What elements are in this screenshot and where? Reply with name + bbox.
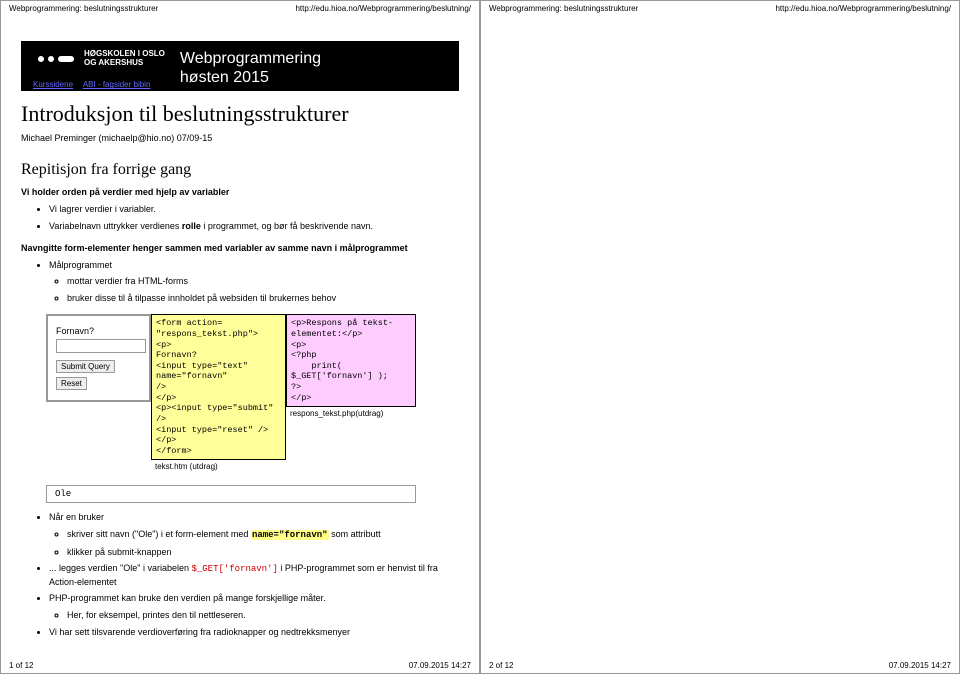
subheading-2: Navngitte form-elementer henger sammen m…	[21, 243, 459, 253]
nav-kurssidene[interactable]: Kurssidene	[33, 80, 73, 89]
form-label: Fornavn?	[56, 326, 94, 336]
page-url-right: http://edu.hioa.no/Webprogrammering/besl…	[775, 4, 951, 13]
bullet-uses-values: bruker disse til å tilpasse innholdet på…	[67, 292, 459, 305]
bullet-receives-forms: mottar verdier fra HTML-forms	[67, 275, 459, 288]
bullet-target-program: Målprogrammet mottar verdier fra HTML-fo…	[49, 259, 459, 305]
bullet-similar-transfer: Vi har sett tilsvarende verdioverføring …	[49, 626, 459, 639]
bullet-clicks-submit: klikker på submit-knappen	[67, 546, 459, 559]
bullet-when-user: Når en bruker skriver sitt navn ("Ole") …	[49, 511, 459, 558]
nav-abi-fagsider[interactable]: ABI - fagsider bibin	[83, 80, 151, 89]
submit-button[interactable]: Submit Query	[56, 360, 115, 373]
page-heading: Introduksjon til beslutningsstrukturer	[21, 101, 459, 127]
bullet-value-assigned: ... legges verdien "Ole" i variabelen $_…	[49, 562, 459, 588]
example-row: Fornavn? Submit Query Reset <form action…	[46, 314, 459, 471]
php-code-snippet: <p>Respons på tekst- elementet:</p> <p> …	[286, 314, 416, 407]
bullet-writes-name: skriver sitt navn ("Ole") i et form-elem…	[67, 528, 459, 542]
hioa-logo-icon	[33, 49, 78, 69]
html-code-snippet: <form action= "respons_tekst.php"> <p> F…	[151, 314, 286, 460]
bullet-store-values: Vi lagrer verdier i variabler.	[49, 203, 459, 216]
reset-button[interactable]: Reset	[56, 377, 87, 390]
bullet-var-names: Variabelnavn uttrykker verdienes rolle i…	[49, 220, 459, 233]
page-title-left: Webprogrammering: beslutningsstrukturer	[9, 4, 158, 13]
page-timestamp: 07.09.2015 14:27	[889, 661, 951, 670]
logo-text-2: OG AKERSHUS	[84, 59, 165, 68]
bullet-printed-here: Her, for eksempel, printes den til nettl…	[67, 609, 459, 622]
subheading-1: Vi holder orden på verdier med hjelp av …	[21, 187, 459, 197]
course-banner: HØGSKOLEN I OSLO OG AKERSHUS Webprogramm…	[21, 41, 459, 91]
fornavn-input[interactable]	[56, 339, 146, 353]
course-title-1: Webprogrammering	[180, 49, 321, 68]
page-url-right: http://edu.hioa.no/Webprogrammering/besl…	[295, 4, 471, 13]
html-code-caption: tekst.htm (utdrag)	[151, 460, 286, 471]
output-box: Ole	[46, 485, 416, 503]
author-line: Michael Preminger (michaelp@hio.no) 07/0…	[21, 133, 459, 143]
page-title-left: Webprogrammering: beslutningsstrukturer	[489, 4, 638, 13]
page-number: 1 of 12	[9, 661, 33, 670]
course-title-2: høsten 2015	[180, 68, 321, 87]
bullet-php-uses-value: PHP-programmet kan bruke den verdien på …	[49, 592, 459, 621]
section-heading: Repitisjon fra forrige gang	[21, 161, 459, 179]
form-preview: Fornavn? Submit Query Reset	[46, 314, 151, 402]
page-number: 2 of 12	[489, 661, 513, 670]
institution-logo: HØGSKOLEN I OSLO OG AKERSHUS	[33, 49, 165, 69]
php-code-caption: respons_tekst.php(utdrag)	[286, 407, 416, 418]
page-timestamp: 07.09.2015 14:27	[409, 661, 471, 670]
